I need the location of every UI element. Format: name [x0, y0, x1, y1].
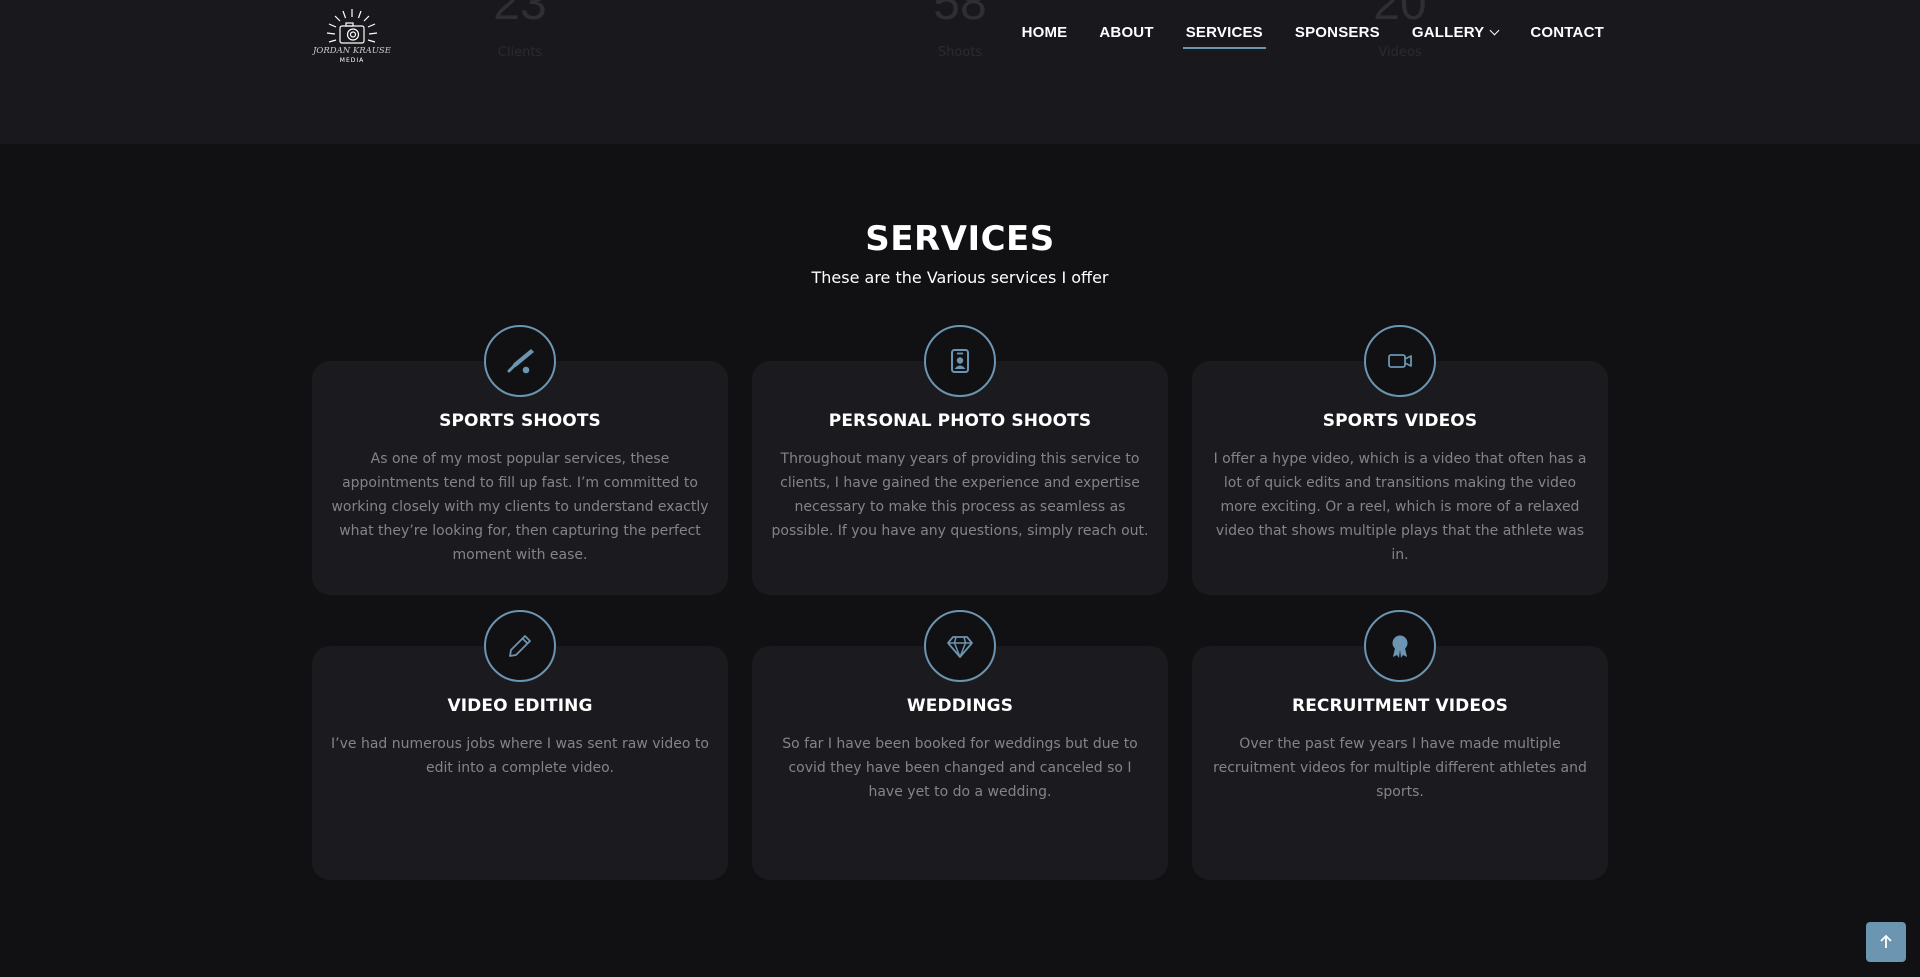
service-description: I’ve had numerous jobs where I was sent … [331, 736, 709, 776]
service-icon-circle [924, 325, 996, 397]
arrow-up-icon [1880, 934, 1892, 948]
service-title: SPORTS VIDEOS [1322, 411, 1478, 431]
service-icon-circle [924, 610, 996, 682]
gem-icon [947, 636, 973, 658]
chevron-down-icon [1489, 25, 1500, 36]
nav-contact[interactable]: CONTACT [1530, 24, 1604, 49]
nav-gallery[interactable]: GALLERY [1411, 24, 1500, 49]
service-description: I offer a hype video, which is a video t… [1213, 451, 1587, 563]
camera-logo-icon: JORDAN KRAUSE MEDIA [311, 9, 392, 64]
service-icon-circle [1364, 325, 1436, 397]
service-icon-circle [484, 325, 556, 397]
back-to-top-button[interactable] [1866, 922, 1906, 962]
service-title: VIDEO EDITING [447, 696, 593, 716]
navbar: JORDAN KRAUSE MEDIA HOME ABOUT SERVICES … [0, 0, 1920, 72]
service-description: As one of my most popular services, thes… [331, 451, 709, 563]
nav-home[interactable]: HOME [1022, 24, 1068, 49]
nav-sponsers[interactable]: SPONSERS [1295, 24, 1380, 49]
logo-wordmark: JORDAN KRAUSE [312, 46, 392, 56]
service-title: SPORTS SHOOTS [439, 411, 601, 431]
service-title: WEDDINGS [906, 696, 1014, 716]
service-description: Throughout many years of providing this … [771, 451, 1149, 539]
video-camera-icon [1388, 354, 1412, 368]
service-description: So far I have been booked for weddings b… [782, 736, 1138, 800]
service-title: RECRUITMENT VIDEOS [1292, 696, 1508, 716]
pencil-icon [509, 635, 531, 657]
nav-gallery-label: GALLERY [1411, 24, 1485, 41]
service-icon-circle [484, 610, 556, 682]
service-icon-circle [1364, 610, 1436, 682]
award-icon [1392, 635, 1408, 658]
logo[interactable]: JORDAN KRAUSE MEDIA [311, 6, 392, 66]
section-subtitle: These are the Various services I offer [811, 268, 1109, 287]
logo-subtext: MEDIA [340, 57, 364, 64]
nav-services[interactable]: SERVICES [1182, 24, 1267, 49]
service-description: Over the past few years I have made mult… [1213, 736, 1587, 800]
main-nav: HOME ABOUT SERVICES SPONSERS GALLERY CON… [990, 24, 1604, 49]
service-title: PERSONAL PHOTO SHOOTS [828, 411, 1092, 431]
nav-about[interactable]: ABOUT [1099, 24, 1153, 49]
section-title: SERVICES [865, 219, 1055, 259]
baseball-bat-icon [507, 349, 534, 374]
person-badge-icon [951, 349, 969, 373]
